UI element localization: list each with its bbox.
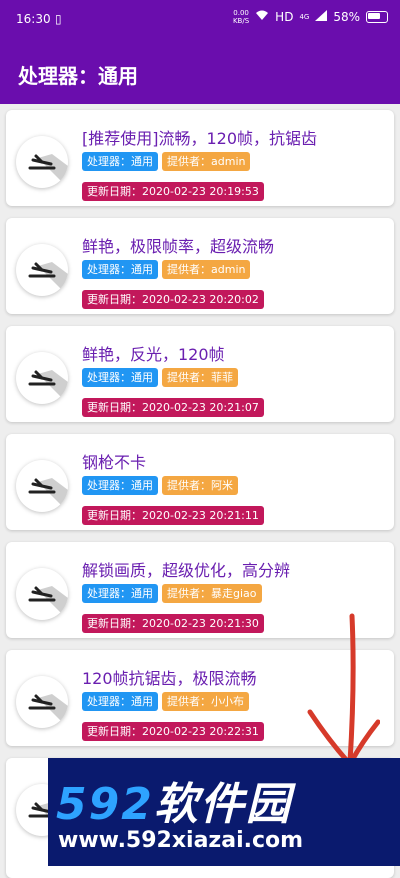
list-item[interactable]: 钢枪不卡 处理器：通用 提供者：阿米 更新日期：2020-02-23 20:21… [6,434,394,530]
app-logo-icon [16,244,68,296]
status-icons: 0.00 KB/S HD 4G 58% [233,9,388,25]
list-item[interactable]: 鲜艳，极限帧率，超级流畅 处理器：通用 提供者：admin 更新日期：2020-… [6,218,394,314]
net-speed: 0.00 KB/S [232,9,250,25]
watermark-logo: 592软件园 [56,779,292,830]
hd-label: HD [275,10,294,24]
app-logo-icon [16,568,68,620]
provider-badge: 提供者：admin [162,260,251,279]
processor-badge: 处理器：通用 [82,584,158,603]
list-item[interactable]: 鲜艳，反光，120帧 处理器：通用 提供者：菲菲 更新日期：2020-02-23… [6,326,394,422]
date-badge: 更新日期：2020-02-23 20:20:02 [82,290,264,309]
date-badge: 更新日期：2020-02-23 20:19:53 [82,182,264,201]
item-title: 解锁画质，超级优化，高分辨 [82,561,291,580]
battery-percent: 58% [333,10,360,24]
item-title: 鲜艳，极限帧率，超级流畅 [82,237,275,256]
app-logo-icon [16,676,68,728]
item-title: 鲜艳，反光，120帧 [82,345,225,364]
status-bar: 16:30 ▯ 0.00 KB/S HD 4G 58% [0,0,400,38]
date-badge: 更新日期：2020-02-23 20:22:31 [82,722,264,741]
cell-signal-icon [315,10,328,24]
app-bar: 处理器：通用 [0,38,400,104]
processor-badge: 处理器：通用 [82,368,158,387]
list-item[interactable]: [推荐使用]流畅，120帧，抗锯齿 处理器：通用 提供者：admin 更新日期：… [6,110,394,206]
app-logo-icon [16,352,68,404]
date-badge: 更新日期：2020-02-23 20:21:11 [82,506,264,525]
app-logo-icon [16,460,68,512]
provider-badge: 提供者：菲菲 [162,368,238,387]
battery-icon [366,11,388,23]
item-title: 钢枪不卡 [82,453,147,472]
status-time: 16:30 [16,12,51,26]
page-title: 处理器：通用 [18,64,138,88]
provider-badge: 提供者：暴走giao [162,584,262,603]
date-badge: 更新日期：2020-02-23 20:21:07 [82,398,264,417]
date-badge: 更新日期：2020-02-23 20:21:30 [82,614,264,633]
vibrate-icon: ▯ [55,12,62,26]
processor-badge: 处理器：通用 [82,152,158,171]
provider-badge: 提供者：阿米 [162,476,238,495]
item-title: 120帧抗锯齿，极限流畅 [82,669,257,688]
item-title: [推荐使用]流畅，120帧，抗锯齿 [82,129,318,148]
provider-badge: 提供者：admin [162,152,251,171]
wifi-icon [255,10,269,24]
red-arrow-annotation [307,613,380,769]
processor-badge: 处理器：通用 [82,476,158,495]
app-logo-icon [16,136,68,188]
processor-badge: 处理器：通用 [82,260,158,279]
processor-badge: 处理器：通用 [82,692,158,711]
signal-icon: 4G [299,13,310,21]
provider-badge: 提供者：小小布 [162,692,249,711]
watermark-url: www.592xiazai.com [58,828,304,853]
